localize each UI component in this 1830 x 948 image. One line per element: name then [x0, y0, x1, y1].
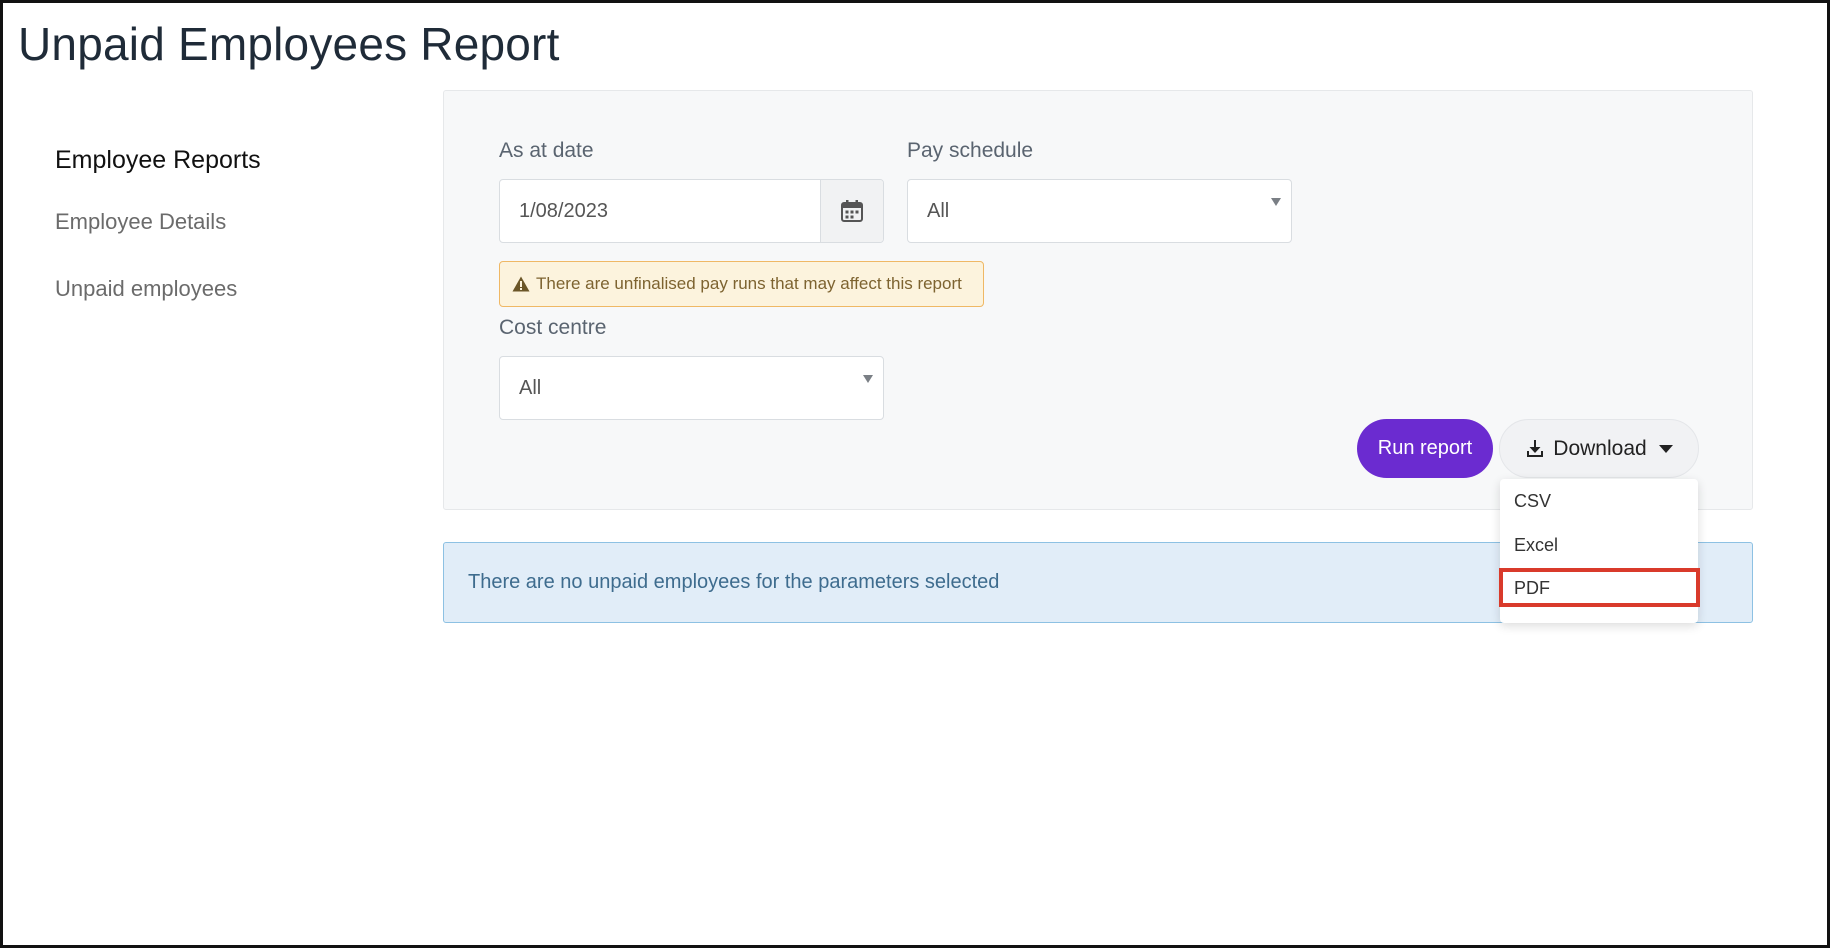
pay-schedule-label: Pay schedule — [907, 139, 1034, 162]
caret-down-icon — [1658, 444, 1673, 453]
download-csv-option[interactable]: CSV — [1500, 481, 1698, 521]
pay-schedule-value: All — [927, 200, 950, 222]
sidebar-item-employee-details[interactable]: Employee Details — [55, 207, 226, 237]
download-dropdown-button[interactable]: Download — [1499, 419, 1699, 478]
download-pdf-option[interactable]: PDF — [1500, 568, 1698, 608]
date-picker-button[interactable] — [820, 180, 883, 242]
no-results-text: There are no unpaid employees for the pa… — [468, 571, 1000, 593]
page-title: Unpaid Employees Report — [18, 18, 560, 70]
sidebar-item-unpaid-employees[interactable]: Unpaid employees — [55, 274, 237, 304]
as-at-date-group — [499, 179, 884, 243]
report-filter-panel: As at date Pay schedule All — [443, 90, 1753, 510]
cost-centre-label: Cost centre — [499, 316, 607, 339]
pay-schedule-select[interactable]: All — [907, 179, 1292, 243]
run-report-button[interactable]: Run report — [1357, 419, 1493, 478]
warning-text: There are unfinalised pay runs that may … — [536, 274, 962, 293]
download-menu: CSV Excel PDF — [1500, 479, 1698, 623]
as-at-date-input[interactable] — [500, 180, 820, 242]
cost-centre-select[interactable]: All — [499, 356, 884, 420]
app-window: Unpaid Employees Report Employee Reports… — [0, 0, 1830, 948]
download-excel-option[interactable]: Excel — [1500, 525, 1698, 565]
sidebar-heading: Employee Reports — [55, 146, 261, 174]
chevron-down-icon — [863, 375, 873, 383]
cost-centre-value: All — [519, 377, 542, 399]
as-at-date-label: As at date — [499, 139, 594, 162]
chevron-down-icon — [1271, 198, 1281, 206]
download-icon — [1525, 439, 1545, 459]
download-label: Download — [1553, 436, 1647, 460]
unfinalised-pay-runs-warning: There are unfinalised pay runs that may … — [499, 261, 984, 307]
warning-icon — [512, 276, 530, 292]
calendar-icon — [841, 200, 863, 222]
